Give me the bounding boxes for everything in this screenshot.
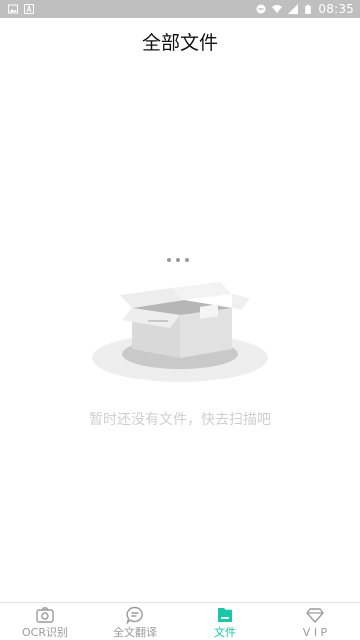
folder-icon	[218, 607, 232, 622]
tab-files-label: 文件	[214, 625, 236, 639]
tab-vip-label: V I P	[302, 625, 328, 639]
battery-icon	[305, 4, 312, 14]
header: 全部文件	[0, 18, 360, 64]
a-icon	[24, 4, 34, 14]
tab-files[interactable]: 文件	[180, 603, 270, 640]
status-right: 08:35	[256, 2, 354, 16]
empty-message: 暂时还没有文件，快去扫描吧	[89, 412, 271, 428]
tab-ocr-label: OCR识别	[22, 625, 68, 639]
image-icon	[8, 4, 18, 14]
open-box-icon	[92, 258, 268, 382]
bottom-tab-bar: OCR识别 全文翻译 文件 V I P	[0, 602, 360, 640]
camera-icon	[36, 606, 54, 623]
status-time: 08:35	[318, 2, 354, 16]
status-left	[8, 4, 34, 14]
page-title: 全部文件	[141, 31, 218, 54]
tab-vip[interactable]: V I P	[270, 603, 360, 640]
status-bar: 08:35	[0, 0, 360, 18]
tab-translate[interactable]: 全文翻译	[90, 603, 180, 640]
wifi-icon	[272, 5, 283, 13]
tab-ocr[interactable]: OCR识别	[0, 603, 90, 640]
minus-circle-icon	[256, 4, 266, 14]
diamond-icon	[306, 607, 324, 623]
chat-translate-icon	[126, 606, 143, 625]
signal-icon	[288, 4, 299, 14]
tab-translate-label: 全文翻译	[113, 625, 157, 639]
